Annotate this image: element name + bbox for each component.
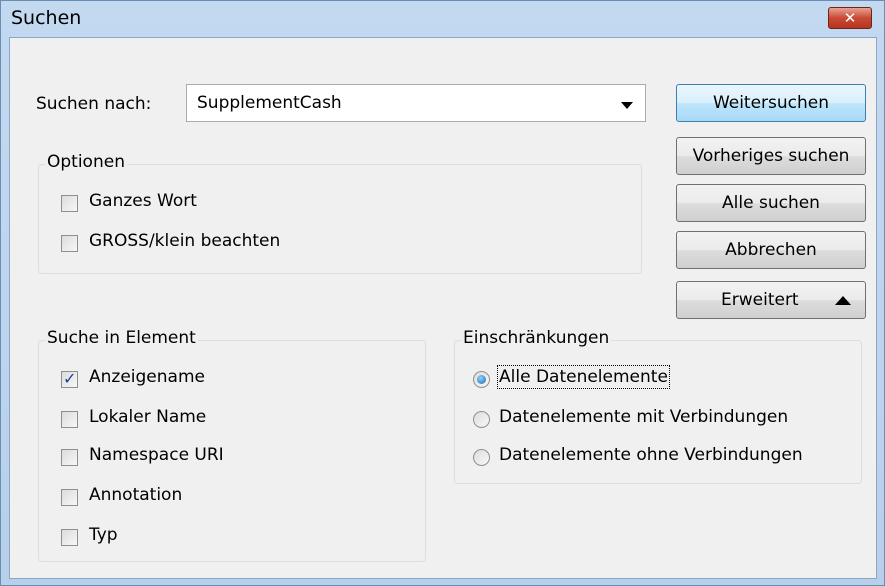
match-case-checkbox[interactable] — [61, 235, 78, 252]
with-connections-radio[interactable] — [473, 411, 490, 428]
find-all-button[interactable]: Alle suchen — [676, 184, 866, 222]
dialog-window: Suchen ✕ Suchen nach: SupplementCash Wei… — [0, 0, 885, 586]
options-group-title: Optionen — [45, 152, 127, 172]
display-name-label[interactable]: Anzeigename — [89, 367, 205, 387]
match-case-label[interactable]: GROSS/klein beachten — [89, 231, 280, 251]
annotation-label[interactable]: Annotation — [89, 485, 182, 505]
without-connections-radio[interactable] — [473, 449, 490, 466]
find-previous-button[interactable]: Vorheriges suchen — [676, 137, 866, 175]
checkmark-icon: ✓ — [63, 369, 77, 388]
collapse-up-icon — [835, 282, 851, 318]
window-title: Suchen — [11, 7, 82, 29]
search-value[interactable]: SupplementCash — [197, 93, 342, 113]
radio-selected-icon — [477, 375, 486, 384]
find-next-button[interactable]: Weitersuchen — [676, 84, 866, 122]
chevron-down-icon[interactable] — [621, 102, 633, 109]
without-connections-label[interactable]: Datenelemente ohne Verbindungen — [499, 445, 803, 465]
local-name-label[interactable]: Lokaler Name — [89, 407, 206, 427]
title-bar[interactable]: Suchen ✕ — [1, 1, 884, 37]
namespace-uri-label[interactable]: Namespace URI — [89, 445, 224, 465]
display-name-checkbox[interactable]: ✓ — [61, 369, 78, 388]
advanced-label: Erweitert — [721, 290, 799, 310]
type-label[interactable]: Typ — [89, 525, 118, 545]
annotation-checkbox[interactable] — [61, 489, 78, 506]
all-data-elements-radio[interactable] — [473, 371, 490, 388]
cancel-button[interactable]: Abbrechen — [676, 231, 866, 269]
local-name-checkbox[interactable] — [61, 411, 78, 428]
close-button[interactable]: ✕ — [828, 7, 872, 29]
whole-word-checkbox[interactable] — [61, 195, 78, 212]
dialog-client-area: Suchen nach: SupplementCash Weitersuchen… — [9, 37, 877, 579]
options-group: Optionen Ganzes Wort GROSS/klein beachte… — [38, 152, 642, 274]
type-checkbox[interactable] — [61, 529, 78, 546]
search-label: Suchen nach: — [36, 94, 152, 114]
search-combobox[interactable]: SupplementCash — [186, 84, 646, 122]
whole-word-label[interactable]: Ganzes Wort — [89, 191, 197, 211]
restrictions-group-title: Einschränkungen — [461, 328, 612, 348]
namespace-uri-checkbox[interactable] — [61, 449, 78, 466]
with-connections-label[interactable]: Datenelemente mit Verbindungen — [499, 407, 788, 427]
search-in-group-title: Suche in Element — [45, 328, 198, 348]
search-in-element-group: Suche in Element ✓ Anzeigename Lokaler N… — [38, 328, 426, 562]
all-data-elements-label[interactable]: Alle Datenelemente — [497, 365, 670, 389]
restrictions-group: Einschränkungen Alle Datenelemente Daten… — [454, 328, 862, 484]
advanced-button[interactable]: Erweitert — [676, 281, 866, 319]
